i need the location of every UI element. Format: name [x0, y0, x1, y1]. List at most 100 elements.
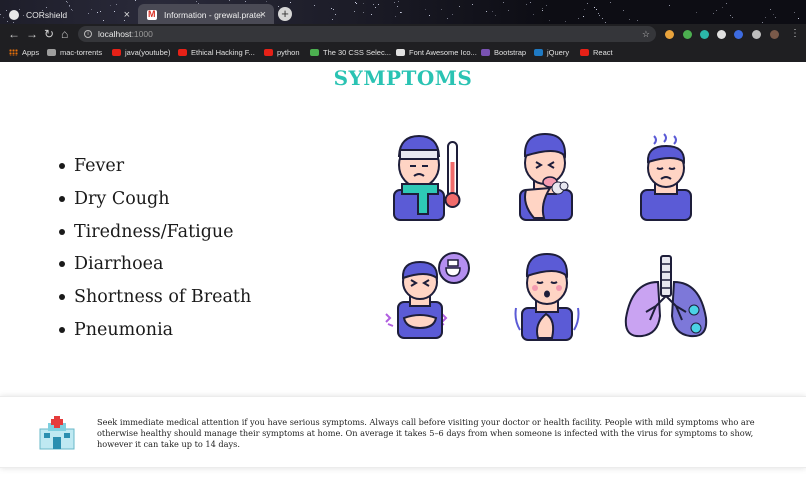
tab-title: Information - grewal.pratesk10 — [164, 10, 262, 20]
bookmark-page-icon — [47, 49, 56, 56]
bookmark-item[interactable]: Ethical Hacking F... — [178, 48, 255, 57]
star-dot — [332, 19, 333, 20]
extension-icon[interactable] — [734, 30, 743, 39]
site-info-icon[interactable]: i — [84, 30, 92, 38]
extension-icon[interactable] — [683, 30, 692, 39]
pneumonia-lungs-icon — [624, 255, 708, 338]
star-dot — [508, 10, 509, 11]
star-dot — [726, 3, 727, 4]
star-dot — [378, 4, 379, 5]
star-dot — [542, 8, 543, 9]
bookmark-label: Ethical Hacking F... — [191, 48, 255, 57]
star-dot — [371, 14, 372, 15]
star-dot — [722, 7, 723, 8]
list-item: Pneumonia — [56, 318, 251, 351]
bookmark-item[interactable]: The 30 CSS Selec... — [310, 48, 391, 57]
extension-icon[interactable] — [700, 30, 709, 39]
bookmark-item[interactable]: Bootstrap — [481, 48, 526, 57]
star-dot — [395, 16, 396, 17]
address-bar[interactable]: i localhost:1000 ☆ — [78, 26, 656, 42]
url-host: localhost — [98, 29, 132, 39]
avatar[interactable] — [770, 30, 779, 39]
diarrhoea-icon — [385, 252, 470, 339]
star-dot — [335, 14, 336, 15]
bookmark-label: Apps — [22, 48, 40, 57]
jquery-icon — [534, 49, 543, 56]
bookmark-label: The 30 CSS Selec... — [323, 48, 391, 57]
page-content: SYMPTOMS Fever Dry Cough Tiredness/Fatig… — [0, 62, 806, 504]
star-dot — [355, 2, 356, 3]
star-dot — [425, 9, 426, 10]
star-dot — [492, 11, 493, 12]
star-dot — [773, 14, 774, 15]
cough-icon — [519, 132, 573, 221]
star-dot — [770, 9, 771, 10]
new-tab-button[interactable]: + — [278, 7, 292, 21]
star-dot — [397, 6, 398, 7]
star-dot — [135, 0, 136, 1]
youtube-icon — [580, 49, 589, 56]
star-dot — [314, 5, 315, 6]
bookmark-item[interactable]: Apps — [9, 48, 39, 57]
star-dot — [732, 17, 733, 18]
star-dot — [472, 4, 473, 5]
star-dot — [713, 13, 714, 14]
star-dot — [394, 2, 395, 3]
medical-attention-notice: Seek immediate medical attention if you … — [0, 396, 806, 468]
close-tab-icon[interactable]: × — [260, 9, 266, 21]
star-dot — [587, 3, 588, 4]
bookmark-item[interactable]: java(youtube) — [112, 48, 170, 57]
list-item: Dry Cough — [56, 187, 251, 220]
close-tab-icon[interactable]: × — [124, 9, 130, 21]
tab-corshield[interactable]: CORshield × — [0, 4, 138, 26]
star-dot — [356, 3, 357, 4]
bookmark-item[interactable]: Font Awesome Ico... — [396, 48, 477, 57]
star-dot — [578, 18, 579, 19]
tab-information[interactable]: Information - grewal.pratesk10 × — [138, 4, 274, 26]
leaf-icon — [310, 49, 319, 56]
menu-kebab-icon[interactable]: ⋮ — [790, 27, 800, 41]
tiredness-icon — [640, 133, 692, 221]
bookmark-item[interactable]: python — [264, 48, 300, 57]
youtube-icon — [264, 49, 273, 56]
star-dot — [245, 1, 246, 2]
bookmark-label: Font Awesome Ico... — [409, 48, 477, 57]
star-dot — [623, 10, 624, 11]
back-arrow-icon[interactable]: ← — [8, 27, 20, 41]
hospital-icon — [39, 416, 75, 450]
home-icon[interactable]: ⌂ — [61, 27, 68, 41]
star-dot — [610, 2, 611, 3]
star-dot — [398, 1, 399, 2]
star-dot — [333, 9, 334, 10]
star-dot — [331, 8, 332, 9]
browser-toolbar: ← → ↻ ⌂ i localhost:1000 ☆ ⋮ — [0, 24, 806, 44]
star-dot — [583, 16, 584, 17]
star-dot — [669, 5, 670, 6]
extension-icon[interactable] — [665, 30, 674, 39]
bookmark-item[interactable]: mac-torrents — [47, 48, 102, 57]
bookmark-item[interactable]: jQuery — [534, 48, 569, 57]
star-dot — [762, 22, 763, 23]
star-dot — [696, 12, 697, 13]
symptom-list: Fever Dry Cough Tiredness/Fatigue Diarrh… — [56, 154, 251, 351]
star-dot — [605, 22, 606, 23]
star-dot — [373, 4, 374, 5]
star-dot — [598, 13, 599, 14]
bookmark-item[interactable]: React — [580, 48, 613, 57]
star-dot — [363, 12, 364, 13]
bookmark-star-icon[interactable]: ☆ — [642, 26, 650, 42]
star-dot — [602, 18, 603, 19]
extension-icon[interactable] — [717, 30, 726, 39]
star-dot — [775, 17, 776, 18]
apps-grid-icon — [9, 49, 18, 56]
forward-arrow-icon[interactable]: → — [26, 27, 38, 41]
reload-icon[interactable]: ↻ — [44, 27, 54, 41]
fever-icon — [393, 134, 461, 221]
star-dot — [441, 9, 442, 10]
star-dot — [596, 9, 597, 10]
gmail-icon — [147, 9, 157, 20]
cast-icon[interactable] — [752, 30, 761, 39]
star-dot — [565, 21, 566, 22]
star-dot — [67, 2, 68, 3]
star-dot — [354, 11, 355, 12]
